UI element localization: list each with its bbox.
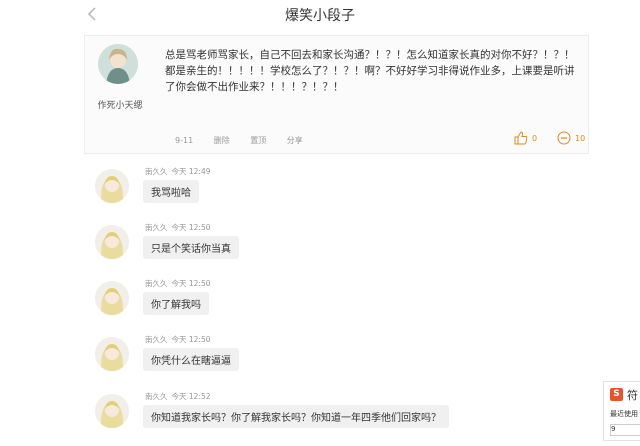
recent-used-label: 最近使用	[610, 410, 638, 418]
message-author[interactable]: 南久久	[145, 167, 168, 176]
message-time: 今天 12:50	[171, 335, 211, 344]
post-meta: 9-11 删除 置顶 分享	[175, 135, 321, 146]
avatar[interactable]	[95, 394, 129, 428]
post-card: 作死小天缌 总是骂老师骂家长，自己不回去和家长沟通？！？！怎么知道家长真的对你不…	[84, 35, 589, 154]
avatar[interactable]	[95, 225, 129, 259]
avatar-image	[95, 169, 129, 203]
message-meta: 南久久 今天 12:50	[145, 278, 211, 289]
message-bubble: 你了解我吗	[143, 292, 209, 315]
message-meta: 南久久 今天 12:49	[145, 166, 211, 177]
avatar[interactable]	[98, 44, 138, 84]
like-button[interactable]: 0	[514, 131, 537, 145]
post-date: 9-11	[175, 136, 194, 145]
symbol-cell-label: 9	[611, 425, 616, 433]
list-item: 南久久 今天 12:49 我骂啦哈	[95, 166, 565, 221]
dislike-button[interactable]: 10	[557, 131, 585, 145]
message-bubble: 只是个笑话你当真	[143, 236, 239, 259]
message-meta: 南久久 今天 12:50	[145, 222, 211, 233]
avatar[interactable]	[95, 337, 129, 371]
message-bubble: 你知道我家长吗？你了解我家长吗？你知道一年四季他们回家吗？	[143, 405, 449, 428]
dislike-count: 10	[575, 133, 586, 143]
message-author[interactable]: 南久久	[145, 392, 168, 401]
message-meta: 南久久 今天 12:50	[145, 334, 211, 345]
list-item: 南久久 今天 12:50 你了解我吗	[95, 278, 565, 333]
avatar-image	[98, 44, 138, 84]
message-time: 今天 12:50	[171, 223, 211, 232]
avatar-image	[95, 281, 129, 315]
avatar[interactable]	[95, 281, 129, 315]
delete-button[interactable]: 删除	[214, 136, 230, 145]
post-author[interactable]: 作死小天缌	[85, 98, 155, 111]
page-title: 爆笑小段子	[285, 8, 355, 24]
share-button[interactable]: 分享	[287, 136, 303, 145]
message-author[interactable]: 南久久	[145, 279, 168, 288]
sogou-logo-icon: S	[610, 388, 623, 401]
avatar[interactable]	[95, 169, 129, 203]
message-bubble: 我骂啦哈	[143, 180, 199, 203]
top-bar: 爆笑小段子	[0, 0, 640, 30]
avatar-image	[95, 394, 129, 428]
minus-circle-icon	[557, 131, 571, 145]
like-count: 0	[532, 133, 538, 143]
thumbs-up-icon	[514, 131, 528, 145]
symbol-cell[interactable]: 9	[610, 424, 640, 436]
pin-button[interactable]: 置顶	[250, 136, 266, 145]
message-bubble: 你凭什么在瞎逼逼	[143, 348, 239, 371]
message-meta: 南久久 今天 12:52	[145, 391, 211, 402]
symbol-panel-title: 符	[627, 389, 638, 402]
message-time: 今天 12:50	[171, 279, 211, 288]
list-item: 南久久 今天 12:50 只是个笑话你当真	[95, 222, 565, 277]
list-item: 南久久 今天 12:50 你凭什么在瞎逼逼	[95, 334, 565, 389]
message-author[interactable]: 南久久	[145, 335, 168, 344]
message-author[interactable]: 南久久	[145, 223, 168, 232]
symbol-panel[interactable]: S 符 最近使用 9	[603, 381, 640, 441]
post-content: 总是骂老师骂家长，自己不回去和家长沟通？！？！怎么知道家长真的对你不好？！？！都…	[165, 49, 575, 93]
avatar-image	[95, 225, 129, 259]
message-time: 今天 12:49	[171, 167, 211, 176]
message-time: 今天 12:52	[171, 392, 211, 401]
avatar-image	[95, 337, 129, 371]
